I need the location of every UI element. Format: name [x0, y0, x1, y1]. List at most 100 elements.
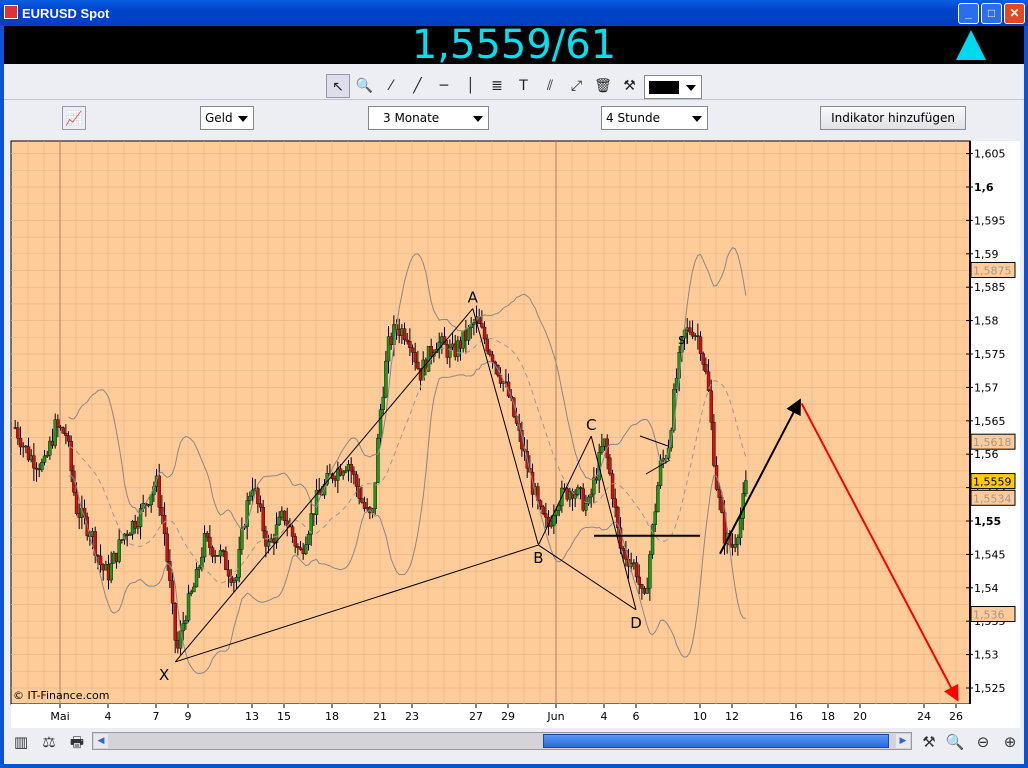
trendline-tool-icon[interactable]: ╱: [406, 74, 430, 98]
chart-scrollbar[interactable]: ◀ ▶: [92, 732, 912, 750]
pointer-tool-icon[interactable]: ↖: [326, 74, 350, 98]
price-type-value: Geld: [205, 111, 233, 125]
candle-body: [733, 544, 737, 548]
maximize-button[interactable]: □: [981, 3, 1002, 24]
x-tick-label: Jun: [546, 710, 564, 723]
copyright-text: © IT-Finance.com: [13, 689, 110, 702]
candle: [712, 414, 716, 468]
candle-body: [184, 620, 188, 624]
horizontal-line-tool-icon[interactable]: ─: [432, 74, 456, 98]
add-indicator-button[interactable]: Indikator hinzufügen: [820, 106, 966, 130]
price-chart[interactable]: 1,605 1,6 1,595 1,59 1,585 1,58 1,575 1,57 1,565…: [6, 140, 1020, 730]
candle-body: [160, 507, 164, 516]
candle-body: [448, 346, 452, 358]
line-segment-tool-icon[interactable]: ⁄: [379, 74, 403, 98]
scroll-right-arrow[interactable]: ▶: [896, 734, 910, 748]
candle-body: [226, 569, 231, 577]
x-tick-label: 12: [725, 710, 739, 723]
parallel-lines-tool-icon[interactable]: ⫽: [538, 74, 562, 98]
candle-body: [482, 326, 487, 340]
range-select[interactable]: 3 Monate: [368, 106, 489, 130]
candle-body: [42, 455, 47, 463]
candle-body: [109, 563, 113, 581]
print-icon[interactable]: 🖶: [66, 731, 88, 753]
vertical-line-tool-icon[interactable]: │: [459, 74, 483, 98]
settings-tool-icon[interactable]: ⚒: [618, 74, 642, 98]
candle-body: [296, 546, 300, 548]
candle-body: [256, 488, 260, 504]
candle-body: [466, 327, 471, 341]
candle-body: [181, 623, 185, 632]
x-tick-label: Mai: [50, 710, 69, 723]
price-marker-label: 1,5875: [973, 265, 1012, 278]
arrow-tool-icon[interactable]: ⤢: [565, 74, 589, 98]
zoom-out-icon[interactable]: ⊖: [972, 731, 994, 753]
candle-body: [344, 470, 348, 473]
candle-body: [645, 587, 649, 594]
interval-select[interactable]: 4 Stunde: [601, 106, 708, 130]
range-value: 3 Monate: [383, 111, 440, 125]
candle-body: [250, 489, 255, 497]
scroll-left-arrow[interactable]: ◀: [94, 734, 108, 748]
candle-body: [490, 354, 495, 363]
candle-body: [650, 524, 655, 555]
candle-body: [637, 576, 641, 585]
candle-body: [32, 455, 36, 469]
reset-view-icon[interactable]: ⚒: [918, 731, 940, 753]
x-tick-label: 6: [633, 710, 640, 723]
candle: [650, 523, 655, 559]
scrollbar-thumb[interactable]: [543, 734, 889, 748]
chart-type-icon[interactable]: 📈: [62, 106, 86, 130]
x-tick-label: 24: [917, 710, 931, 723]
fibonacci-tool-icon[interactable]: ≣: [485, 74, 509, 98]
zoom-tool-icon[interactable]: 🔍: [353, 74, 377, 98]
zoom-fit-icon[interactable]: 🔍: [944, 731, 966, 753]
x-tick-label: 13: [245, 710, 259, 723]
candle-body: [237, 549, 241, 578]
interval-value: 4 Stunde: [606, 111, 660, 125]
y-tick-label: 1,525: [974, 682, 1006, 695]
candle-body: [349, 463, 353, 472]
candle-body: [360, 498, 364, 503]
candle-body: [248, 495, 252, 501]
candle-body: [701, 353, 705, 365]
zoom-in-icon[interactable]: ⊕: [999, 731, 1021, 753]
candle-body: [186, 593, 191, 621]
candle-body: [578, 487, 583, 490]
close-button[interactable]: ✕: [1004, 3, 1025, 24]
price-marker-label: 1,5534: [973, 492, 1012, 505]
candle-body: [210, 547, 215, 557]
candle-body: [61, 427, 65, 434]
candle-body: [648, 554, 652, 589]
candle-body: [608, 457, 612, 474]
text-tool-icon[interactable]: T: [512, 74, 536, 98]
price-marker-label: 1,536: [973, 609, 1005, 622]
stop-loss-label: sl: [678, 332, 689, 348]
minimize-button[interactable]: _: [958, 3, 979, 24]
delete-tool-icon[interactable]: 🗑: [591, 74, 615, 98]
candle-body: [261, 507, 265, 532]
y-tick-label: 1,545: [974, 548, 1006, 561]
price-marker-label: 1,5618: [973, 436, 1012, 449]
x-tick-label: 15: [277, 710, 291, 723]
candle-body: [40, 462, 44, 470]
x-tick-label: 10: [693, 710, 707, 723]
candle-body: [584, 503, 588, 511]
price-type-select[interactable]: Geld: [200, 106, 254, 130]
candle-body: [717, 489, 721, 498]
y-tick-label: 1,58: [974, 315, 999, 328]
candle-body: [744, 480, 748, 494]
x-tick-label: 4: [105, 710, 112, 723]
candle-body: [341, 471, 345, 476]
x-tick-label: 29: [501, 710, 515, 723]
candle-settings-icon[interactable]: ▥: [10, 731, 32, 753]
candle-body: [376, 437, 380, 483]
x-tick-label: 18: [821, 710, 835, 723]
candle-body: [573, 494, 577, 499]
indicators-icon[interactable]: ⚖: [38, 731, 60, 753]
pattern-label-B: B: [533, 549, 543, 567]
candle: [376, 433, 380, 483]
color-picker[interactable]: [644, 75, 702, 99]
pattern-label-A: A: [468, 289, 479, 307]
candle-body: [413, 352, 417, 363]
